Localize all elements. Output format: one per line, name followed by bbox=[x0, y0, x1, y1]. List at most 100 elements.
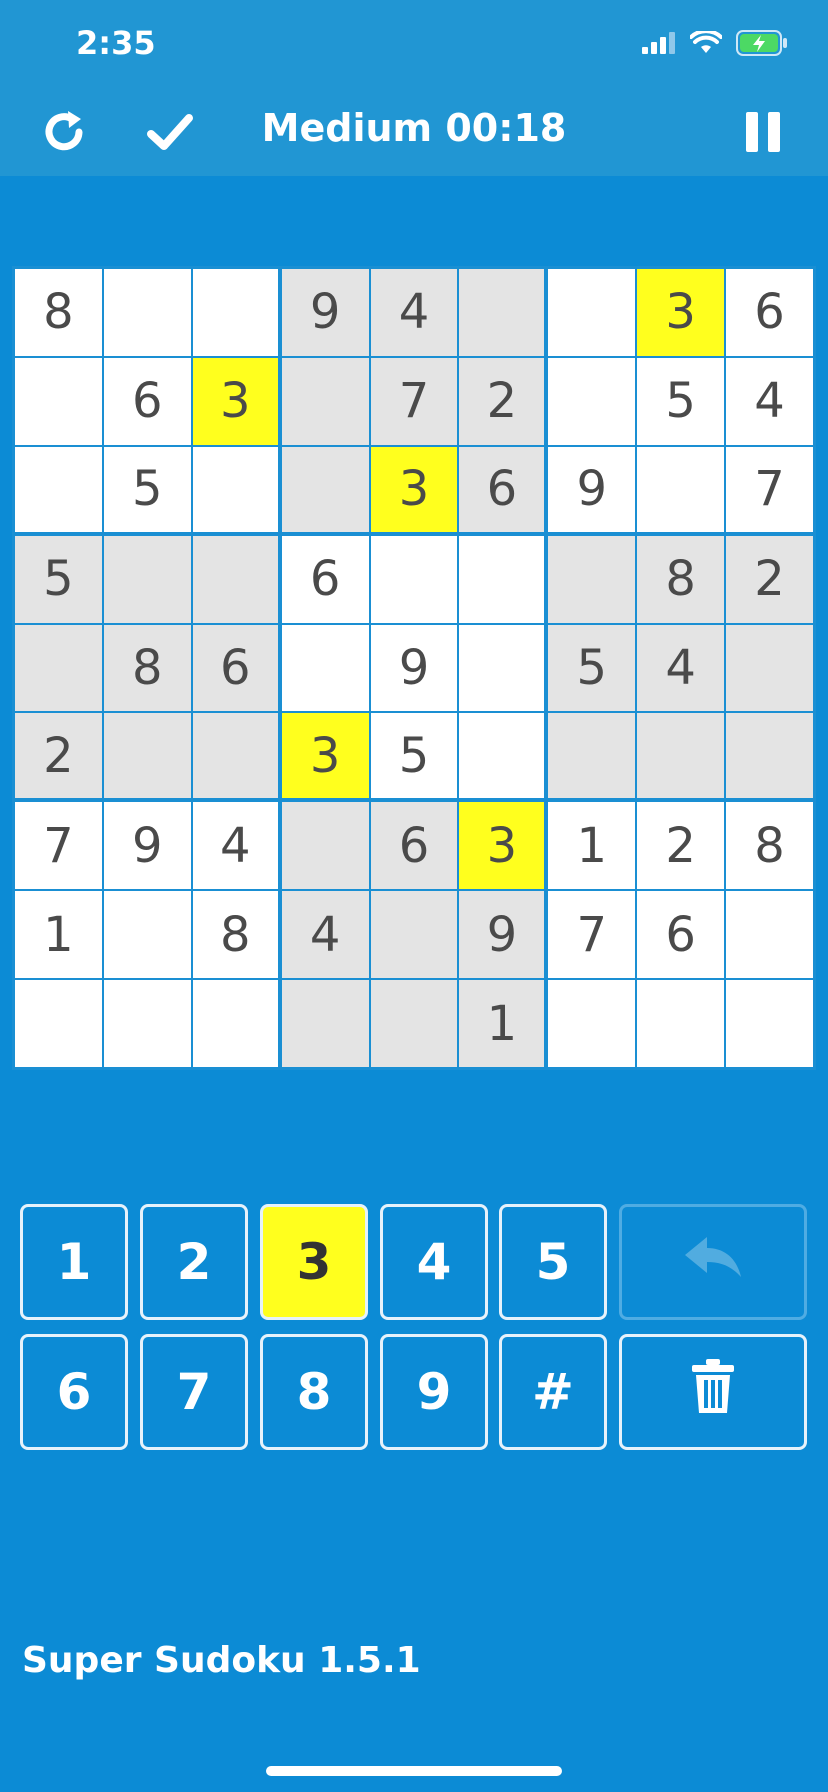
sudoku-cell-r2-c1[interactable] bbox=[14, 356, 103, 446]
sudoku-cell-r6-c2[interactable] bbox=[102, 712, 192, 802]
sudoku-cell-r2-c5[interactable]: 7 bbox=[369, 356, 459, 446]
status-icons bbox=[642, 29, 788, 60]
sudoku-cell-r9-c5[interactable] bbox=[369, 979, 459, 1068]
sudoku-cell-r2-c3[interactable]: 3 bbox=[191, 356, 281, 446]
sudoku-cell-r5-c2[interactable]: 8 bbox=[102, 623, 192, 713]
sudoku-cell-r8-c8[interactable]: 6 bbox=[636, 890, 726, 980]
sudoku-cell-r1-c6[interactable] bbox=[458, 268, 548, 357]
key-3[interactable]: 3 bbox=[260, 1204, 368, 1320]
key-7[interactable]: 7 bbox=[140, 1334, 248, 1450]
sudoku-cell-r4-c6[interactable] bbox=[458, 534, 548, 624]
key-5[interactable]: 5 bbox=[499, 1204, 607, 1320]
sudoku-cell-r3-c7[interactable]: 9 bbox=[547, 445, 637, 535]
sudoku-cell-r2-c7[interactable] bbox=[547, 356, 637, 446]
sudoku-cell-r9-c9[interactable] bbox=[725, 979, 814, 1068]
sudoku-cell-r8-c7[interactable]: 7 bbox=[547, 890, 637, 980]
sudoku-cell-r1-c5[interactable]: 4 bbox=[369, 268, 459, 357]
sudoku-cell-r8-c9[interactable] bbox=[725, 890, 814, 980]
sudoku-cell-r6-c8[interactable] bbox=[636, 712, 726, 802]
sudoku-cell-r9-c7[interactable] bbox=[547, 979, 637, 1068]
game-header: Medium 00:18 bbox=[0, 90, 828, 176]
key-4[interactable]: 4 bbox=[380, 1204, 488, 1320]
sudoku-cell-r8-c1[interactable]: 1 bbox=[14, 890, 103, 980]
sudoku-cell-r1-c9[interactable]: 6 bbox=[725, 268, 814, 357]
sudoku-cell-r5-c8[interactable]: 4 bbox=[636, 623, 726, 713]
sudoku-cell-r7-c4[interactable] bbox=[280, 801, 370, 891]
sudoku-cell-r8-c3[interactable]: 8 bbox=[191, 890, 281, 980]
sudoku-cell-r3-c4[interactable] bbox=[280, 445, 370, 535]
sudoku-cell-r9-c2[interactable] bbox=[102, 979, 192, 1068]
sudoku-cell-r1-c3[interactable] bbox=[191, 268, 281, 357]
sudoku-cell-r8-c4[interactable]: 4 bbox=[280, 890, 370, 980]
cellular-signal-icon bbox=[642, 32, 676, 58]
sudoku-cell-r9-c8[interactable] bbox=[636, 979, 726, 1068]
sudoku-cell-r7-c7[interactable]: 1 bbox=[547, 801, 637, 891]
sudoku-cell-r4-c3[interactable] bbox=[191, 534, 281, 624]
undo-button[interactable] bbox=[619, 1204, 807, 1320]
sudoku-cell-r9-c4[interactable] bbox=[280, 979, 370, 1068]
sudoku-cell-r6-c7[interactable] bbox=[547, 712, 637, 802]
sudoku-cell-r1-c7[interactable] bbox=[547, 268, 637, 357]
sudoku-cell-r3-c6[interactable]: 6 bbox=[458, 445, 548, 535]
sudoku-cell-r4-c4[interactable]: 6 bbox=[280, 534, 370, 624]
sudoku-cell-r4-c5[interactable] bbox=[369, 534, 459, 624]
sudoku-cell-r3-c1[interactable] bbox=[14, 445, 103, 535]
key-9[interactable]: 9 bbox=[380, 1334, 488, 1450]
sudoku-cell-r5-c7[interactable]: 5 bbox=[547, 623, 637, 713]
notes-hash-button[interactable]: # bbox=[499, 1334, 607, 1450]
sudoku-cell-r6-c9[interactable] bbox=[725, 712, 814, 802]
sudoku-cell-r8-c6[interactable]: 9 bbox=[458, 890, 548, 980]
sudoku-cell-r1-c2[interactable] bbox=[102, 268, 192, 357]
sudoku-cell-r3-c5[interactable]: 3 bbox=[369, 445, 459, 535]
sudoku-cell-r1-c4[interactable]: 9 bbox=[280, 268, 370, 357]
sudoku-cell-r2-c6[interactable]: 2 bbox=[458, 356, 548, 446]
sudoku-cell-r7-c1[interactable]: 7 bbox=[14, 801, 103, 891]
sudoku-cell-r3-c8[interactable] bbox=[636, 445, 726, 535]
sudoku-cell-r5-c5[interactable]: 9 bbox=[369, 623, 459, 713]
sudoku-cell-r7-c5[interactable]: 6 bbox=[369, 801, 459, 891]
sudoku-cell-r9-c3[interactable] bbox=[191, 979, 281, 1068]
sudoku-cell-r4-c7[interactable] bbox=[547, 534, 637, 624]
sudoku-cell-r2-c4[interactable] bbox=[280, 356, 370, 446]
sudoku-cell-r2-c9[interactable]: 4 bbox=[725, 356, 814, 446]
sudoku-cell-r1-c1[interactable]: 8 bbox=[14, 268, 103, 357]
sudoku-cell-r6-c6[interactable] bbox=[458, 712, 548, 802]
sudoku-cell-r7-c2[interactable]: 9 bbox=[102, 801, 192, 891]
sudoku-cell-r7-c3[interactable]: 4 bbox=[191, 801, 281, 891]
key-8[interactable]: 8 bbox=[260, 1334, 368, 1450]
sudoku-cell-r6-c3[interactable] bbox=[191, 712, 281, 802]
sudoku-cell-r5-c1[interactable] bbox=[14, 623, 103, 713]
pause-button[interactable] bbox=[738, 108, 790, 160]
sudoku-cell-r5-c9[interactable] bbox=[725, 623, 814, 713]
wifi-icon bbox=[689, 29, 723, 59]
key-6[interactable]: 6 bbox=[20, 1334, 128, 1450]
sudoku-cell-r6-c4[interactable]: 3 bbox=[280, 712, 370, 802]
sudoku-cell-r3-c2[interactable]: 5 bbox=[102, 445, 192, 535]
sudoku-cell-r1-c8[interactable]: 3 bbox=[636, 268, 726, 357]
sudoku-cell-r7-c6[interactable]: 3 bbox=[458, 801, 548, 891]
sudoku-cell-r6-c5[interactable]: 5 bbox=[369, 712, 459, 802]
sudoku-cell-r4-c2[interactable] bbox=[102, 534, 192, 624]
sudoku-cell-r5-c6[interactable] bbox=[458, 623, 548, 713]
key-1[interactable]: 1 bbox=[20, 1204, 128, 1320]
sudoku-cell-r5-c4[interactable] bbox=[280, 623, 370, 713]
sudoku-cell-r4-c9[interactable]: 2 bbox=[725, 534, 814, 624]
sudoku-cell-r4-c1[interactable]: 5 bbox=[14, 534, 103, 624]
sudoku-cell-r6-c1[interactable]: 2 bbox=[14, 712, 103, 802]
sudoku-cell-r3-c3[interactable] bbox=[191, 445, 281, 535]
sudoku-cell-r7-c9[interactable]: 8 bbox=[725, 801, 814, 891]
trash-icon bbox=[691, 1359, 735, 1425]
sudoku-cell-r3-c9[interactable]: 7 bbox=[725, 445, 814, 535]
key-2[interactable]: 2 bbox=[140, 1204, 248, 1320]
sudoku-cell-r4-c8[interactable]: 8 bbox=[636, 534, 726, 624]
delete-button[interactable] bbox=[619, 1334, 807, 1450]
sudoku-cell-r5-c3[interactable]: 6 bbox=[191, 623, 281, 713]
sudoku-cell-r8-c2[interactable] bbox=[102, 890, 192, 980]
sudoku-cell-r2-c8[interactable]: 5 bbox=[636, 356, 726, 446]
home-indicator[interactable] bbox=[266, 1766, 562, 1776]
sudoku-cell-r9-c6[interactable]: 1 bbox=[458, 979, 548, 1068]
sudoku-cell-r8-c5[interactable] bbox=[369, 890, 459, 980]
sudoku-cell-r2-c2[interactable]: 6 bbox=[102, 356, 192, 446]
sudoku-cell-r7-c8[interactable]: 2 bbox=[636, 801, 726, 891]
sudoku-cell-r9-c1[interactable] bbox=[14, 979, 103, 1068]
